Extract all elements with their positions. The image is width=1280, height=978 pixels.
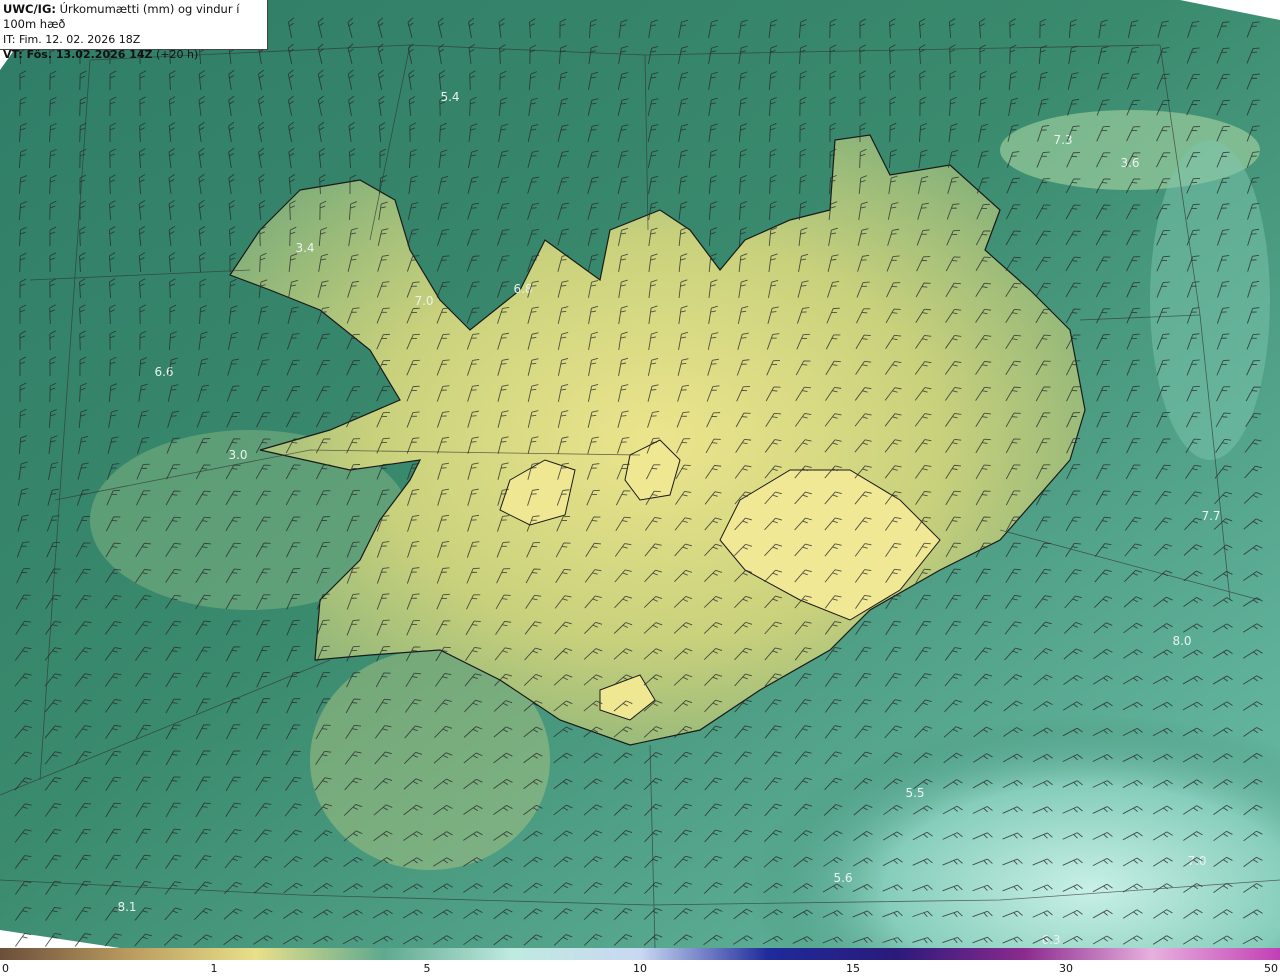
colorbar-tick: 15: [846, 962, 860, 975]
map-value-label: 3.4: [295, 241, 315, 255]
colorbar-strip: [0, 948, 1280, 960]
colorbar-tick: 50: [1264, 962, 1278, 975]
map-value-label: 7.0: [1187, 854, 1207, 868]
map-value-label: 5.5: [905, 786, 925, 800]
precipitation-wind-map: [0, 0, 1280, 948]
map-value-label: 5.6: [833, 871, 853, 885]
map-value-label: 6.6: [154, 365, 174, 379]
map-value-label: 7.7: [1201, 509, 1221, 523]
colorbar-tick: 0: [2, 962, 9, 975]
valid-time: VT: Fös. 13.02.2026 14Z: [3, 48, 153, 61]
map-value-label: 7.3: [1053, 133, 1073, 147]
map-value-label: 8.0: [1172, 634, 1192, 648]
lead-time: (+20 h): [156, 48, 199, 61]
initial-time: IT: Fim. 12. 02. 2026 18Z: [3, 33, 141, 46]
map-value-label: 3.0: [228, 448, 248, 462]
model-label: UWC/IG:: [3, 2, 56, 16]
colorbar-tick: 1: [210, 962, 218, 975]
map-value-label: 3.6: [1120, 156, 1140, 170]
colorbar-tick: 5: [423, 962, 431, 975]
map-value-label: 5.4: [440, 90, 460, 104]
precipitation-colorbar: 0 1 5 10 15 30 50: [0, 948, 1280, 978]
map-value-label: 6.3: [1041, 933, 1061, 947]
map-value-label: 7.0: [414, 294, 434, 308]
colorbar-tick: 30: [1059, 962, 1073, 975]
colorbar-tick: 10: [633, 962, 647, 975]
map-value-label: 6.8: [513, 282, 533, 296]
map-value-label: 8.1: [117, 900, 137, 914]
map-header-box: UWC/IG: Úrkomumætti (mm) og vindur í 100…: [0, 0, 268, 61]
